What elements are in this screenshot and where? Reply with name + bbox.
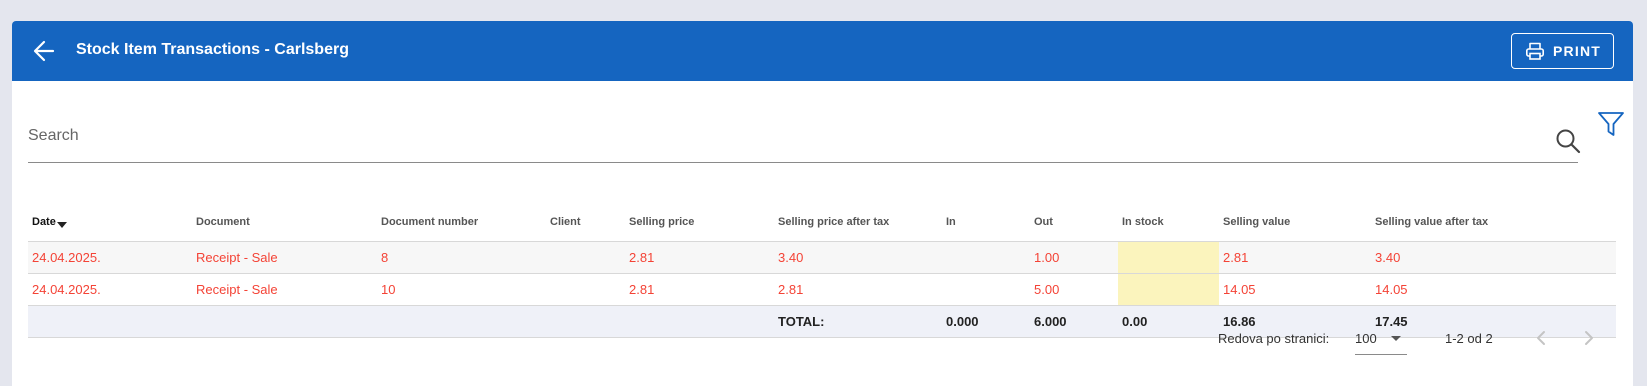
cell-document: Receipt - Sale [192, 273, 377, 306]
cell-date: 24.04.2025. [28, 241, 192, 274]
cell-selling-price-after-tax: 2.81 [774, 273, 942, 306]
column-header-selling-price-after-tax[interactable]: Selling price after tax [774, 203, 942, 242]
cell-out: 1.00 [1030, 241, 1118, 274]
previous-page-button[interactable] [1530, 327, 1552, 349]
cell-date: 24.04.2025. [28, 273, 192, 306]
cell-client [546, 273, 625, 306]
cell-document: Receipt - Sale [192, 241, 377, 274]
app-header: Stock Item Transactions - Carlsberg PRIN… [12, 21, 1633, 81]
column-header-selling-value-after-tax[interactable]: Selling value after tax [1371, 203, 1616, 242]
cell-in-stock [1118, 241, 1219, 274]
column-header-in-stock[interactable]: In stock [1118, 203, 1219, 242]
search-bar [28, 113, 1581, 163]
cell-selling-price: 2.81 [625, 241, 774, 274]
chevron-down-icon [1391, 336, 1401, 341]
rows-per-page-value: 100 [1355, 331, 1377, 346]
column-header-out[interactable]: Out [1030, 203, 1118, 242]
cell-selling-price: 2.81 [625, 273, 774, 306]
transactions-card: Stock Item Transactions - Carlsberg PRIN… [12, 21, 1633, 386]
search-icon[interactable] [1554, 127, 1582, 155]
arrow-left-icon [33, 40, 55, 62]
cell-in-stock [1118, 273, 1219, 306]
rows-per-page-label: Redova po stranici: [1218, 331, 1330, 346]
rows-per-page-select[interactable]: 100 [1355, 321, 1407, 355]
cell-selling-value-after-tax: 3.40 [1371, 241, 1616, 274]
next-page-button[interactable] [1578, 327, 1600, 349]
search-input[interactable] [28, 123, 1528, 149]
chevron-left-icon [1537, 331, 1545, 345]
page-title: Stock Item Transactions - Carlsberg [76, 41, 349, 58]
cell-client [546, 241, 625, 274]
column-header-selling-price[interactable]: Selling price [625, 203, 774, 242]
cell-selling-price-after-tax: 3.40 [774, 241, 942, 274]
cell-out: 5.00 [1030, 273, 1118, 306]
column-header-document[interactable]: Document [192, 203, 377, 242]
table-row[interactable]: 24.04.2025. Receipt - Sale 8 2.81 3.40 1… [28, 241, 1616, 274]
chevron-right-icon [1585, 331, 1593, 345]
page-range: 1-2 od 2 [1445, 331, 1493, 346]
print-button[interactable]: PRINT [1511, 33, 1614, 69]
column-header-date[interactable]: Date [28, 203, 192, 242]
print-label: PRINT [1553, 43, 1601, 59]
cell-selling-value: 2.81 [1219, 241, 1371, 274]
column-header-client[interactable]: Client [546, 203, 625, 242]
transactions-table: Date Document Document number Client Sel… [28, 203, 1616, 338]
cell-in [942, 273, 1030, 306]
column-header-in[interactable]: In [942, 203, 1030, 242]
cell-selling-value-after-tax: 14.05 [1371, 273, 1616, 306]
back-button[interactable] [30, 36, 60, 66]
cell-document-number: 8 [377, 241, 546, 274]
cell-in [942, 241, 1030, 274]
filter-icon[interactable] [1596, 109, 1626, 139]
cell-document-number: 10 [377, 273, 546, 306]
column-header-selling-value[interactable]: Selling value [1219, 203, 1371, 242]
pagination-bar: Redova po stranici: 100 1-2 od 2 [12, 321, 1633, 361]
cell-selling-value: 14.05 [1219, 273, 1371, 306]
column-header-document-number[interactable]: Document number [377, 203, 546, 242]
table-row[interactable]: 24.04.2025. Receipt - Sale 10 2.81 2.81 … [28, 273, 1616, 306]
sort-desc-icon [56, 221, 67, 228]
printer-icon [1525, 42, 1544, 60]
table-header-row: Date Document Document number Client Sel… [28, 203, 1616, 242]
